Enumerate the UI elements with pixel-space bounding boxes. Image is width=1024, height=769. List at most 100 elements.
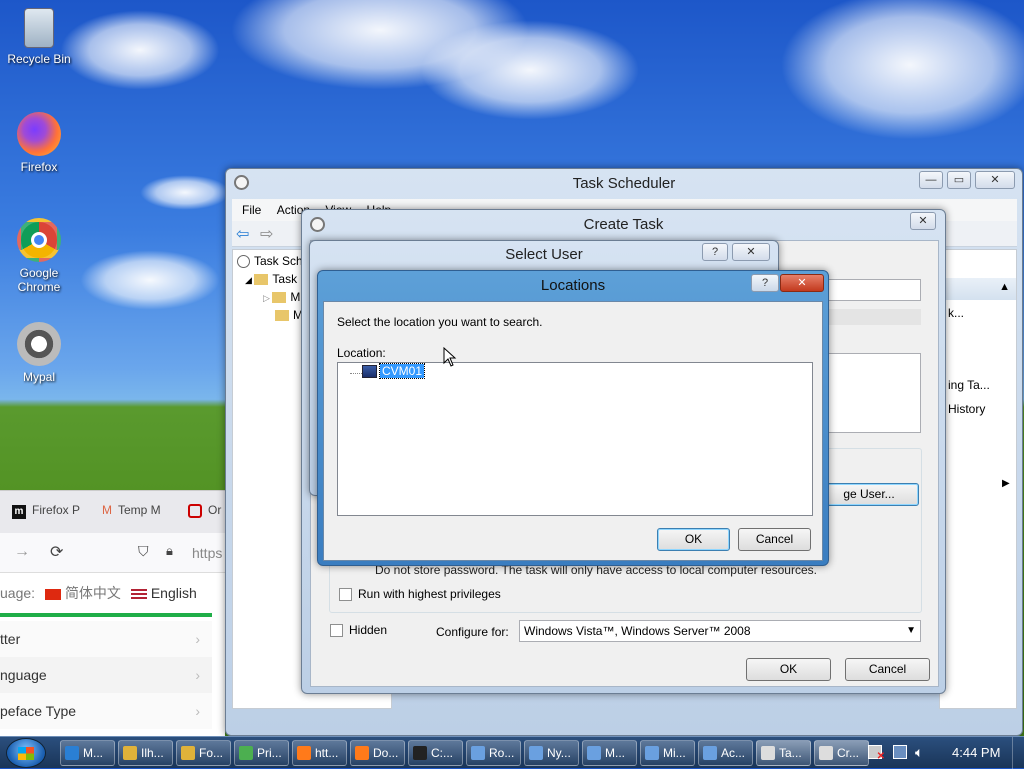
close-button[interactable]: ✕ bbox=[780, 274, 824, 292]
action-item[interactable]: k... bbox=[948, 306, 964, 320]
network-error-icon[interactable]: ✕ bbox=[868, 745, 885, 762]
clock-icon bbox=[234, 175, 249, 190]
url-text[interactable]: https bbox=[192, 545, 222, 561]
forward-icon[interactable]: → bbox=[14, 543, 30, 561]
network-icon[interactable] bbox=[893, 745, 907, 759]
instruction-text: Select the location you want to search. bbox=[337, 315, 543, 329]
close-button[interactable]: ✕ bbox=[910, 212, 936, 230]
firefox-icon bbox=[17, 112, 61, 156]
recycle-bin-icon bbox=[24, 8, 54, 48]
taskbar-button[interactable]: C:... bbox=[408, 740, 463, 766]
ok-button[interactable]: OK bbox=[746, 658, 831, 681]
tree-item-m2[interactable]: M bbox=[275, 308, 303, 322]
settings-item-language[interactable]: nguage › bbox=[0, 657, 212, 693]
tree-item-library[interactable]: ◢ Task bbox=[245, 272, 297, 286]
tab-oracle[interactable]: Or bbox=[188, 503, 221, 518]
submenu-arrow-icon[interactable]: ▶ bbox=[1002, 478, 1010, 489]
configure-for-select[interactable]: Windows Vista™, Windows Server™ 2008 ▼ bbox=[519, 620, 921, 642]
taskbar-button[interactable]: Ac... bbox=[698, 740, 753, 766]
help-button[interactable]: ? bbox=[751, 274, 779, 292]
language-chinese-link[interactable]: 简体中文 bbox=[65, 585, 121, 601]
tree-item-task-scheduler[interactable]: Task Sch bbox=[237, 254, 303, 269]
tab-favicon-icon: M bbox=[102, 503, 112, 517]
minimize-button[interactable]: — bbox=[919, 171, 943, 189]
clock-text[interactable]: 4:44 PM bbox=[952, 745, 1000, 760]
desktop-icon-recycle-bin[interactable]: Recycle Bin bbox=[4, 8, 74, 66]
shield-icon[interactable]: ⛉ bbox=[138, 543, 149, 560]
name-field[interactable] bbox=[821, 279, 921, 301]
taskbar-button[interactable]: Mi... bbox=[640, 740, 695, 766]
reload-icon[interactable]: ⟳ bbox=[50, 542, 63, 562]
taskbar-button[interactable]: M... bbox=[582, 740, 637, 766]
tab-temp-mail[interactable]: M Temp M bbox=[102, 503, 161, 517]
chevron-right-icon: › bbox=[195, 667, 200, 683]
taskbar-button[interactable]: M... bbox=[60, 740, 115, 766]
desktop-icon-firefox[interactable]: Firefox bbox=[4, 112, 74, 174]
green-divider bbox=[0, 613, 212, 617]
app-icon bbox=[587, 746, 601, 760]
collapse-up-icon[interactable]: ▲ bbox=[999, 281, 1010, 293]
taskbar-button[interactable]: Do... bbox=[350, 740, 405, 766]
checkbox-box[interactable] bbox=[330, 624, 343, 638]
folder-icon bbox=[254, 274, 269, 286]
taskbar-button[interactable]: htt... bbox=[292, 740, 347, 766]
help-button[interactable]: ? bbox=[702, 243, 728, 261]
tab-firefox[interactable]: m Firefox P bbox=[12, 503, 80, 519]
start-button[interactable] bbox=[6, 738, 46, 768]
back-icon[interactable]: ⇦ bbox=[236, 224, 249, 244]
taskbar-button[interactable]: Ny... bbox=[524, 740, 579, 766]
tree-connector bbox=[350, 373, 362, 374]
cancel-button[interactable]: Cancel bbox=[738, 528, 811, 551]
app-icon bbox=[355, 746, 369, 760]
app-icon bbox=[645, 746, 659, 760]
actions-header: ▲ bbox=[940, 278, 1016, 300]
computer-icon bbox=[362, 365, 377, 378]
taskbar-button[interactable]: Pri... bbox=[234, 740, 289, 766]
actions-pane: ▲ k... ing Ta... History ▶ bbox=[939, 249, 1017, 709]
action-item[interactable]: History bbox=[948, 402, 985, 416]
folder-icon bbox=[272, 292, 287, 304]
tab-favicon-icon bbox=[188, 503, 202, 518]
tree-item-m1[interactable]: ▷ M bbox=[263, 290, 300, 304]
action-item[interactable]: ing Ta... bbox=[948, 378, 990, 392]
desktop-icon-chrome[interactable]: Google Chrome bbox=[4, 218, 74, 294]
checkbox-box[interactable] bbox=[339, 588, 352, 602]
run-highest-privileges-checkbox[interactable]: Run with highest privileges bbox=[339, 587, 501, 602]
settings-item-typeface[interactable]: peface Type › bbox=[0, 693, 212, 729]
menu-file[interactable]: File bbox=[242, 203, 261, 217]
taskbar-button[interactable]: Cr... bbox=[814, 740, 869, 766]
taskbar-button[interactable]: Ilh... bbox=[118, 740, 173, 766]
language-row: uage: 简体中文 English bbox=[0, 585, 197, 601]
desktop-icon-mypal[interactable]: Mypal bbox=[4, 322, 74, 384]
taskbar-button[interactable]: Ta... bbox=[756, 740, 811, 766]
change-user-button[interactable]: ge User... bbox=[819, 483, 919, 506]
browser-navbar: → ⟳ ⛉ 🔒︎ https bbox=[0, 533, 225, 573]
taskbar-button[interactable]: Ro... bbox=[466, 740, 521, 766]
taskbar-button[interactable]: Fo... bbox=[176, 740, 231, 766]
lock-icon: 🔒︎ bbox=[166, 543, 173, 558]
chevron-right-icon: › bbox=[195, 631, 200, 647]
description-field[interactable] bbox=[821, 353, 921, 433]
cancel-button[interactable]: Cancel bbox=[845, 658, 930, 681]
maximize-button[interactable]: ▭ bbox=[947, 171, 971, 189]
volume-icon[interactable]: 🔈︎ bbox=[915, 744, 923, 761]
app-icon bbox=[413, 746, 427, 760]
close-button[interactable]: ✕ bbox=[732, 243, 770, 261]
forward-icon[interactable]: ⇨ bbox=[260, 224, 273, 244]
chevron-down-icon: ▼ bbox=[906, 625, 916, 636]
taskbar-button-label: Ilh... bbox=[141, 746, 164, 760]
tree-item-cvm01[interactable]: CVM01 bbox=[378, 363, 426, 379]
show-desktop-button[interactable] bbox=[1012, 737, 1024, 769]
desktop-icon-label: Google Chrome bbox=[17, 266, 61, 294]
app-icon bbox=[471, 746, 485, 760]
settings-item-letter[interactable]: tter › bbox=[0, 621, 212, 657]
taskbar-button-label: Ro... bbox=[489, 746, 515, 760]
location-tree[interactable]: CVM01 bbox=[337, 362, 813, 516]
ok-button[interactable]: OK bbox=[657, 528, 730, 551]
taskbar-button-label: M... bbox=[83, 746, 103, 760]
language-english-link[interactable]: English bbox=[151, 585, 197, 601]
app-icon bbox=[123, 746, 137, 760]
hidden-checkbox[interactable]: Hidden bbox=[330, 623, 387, 638]
app-icon bbox=[297, 746, 311, 760]
close-button[interactable]: ✕ bbox=[975, 171, 1015, 189]
